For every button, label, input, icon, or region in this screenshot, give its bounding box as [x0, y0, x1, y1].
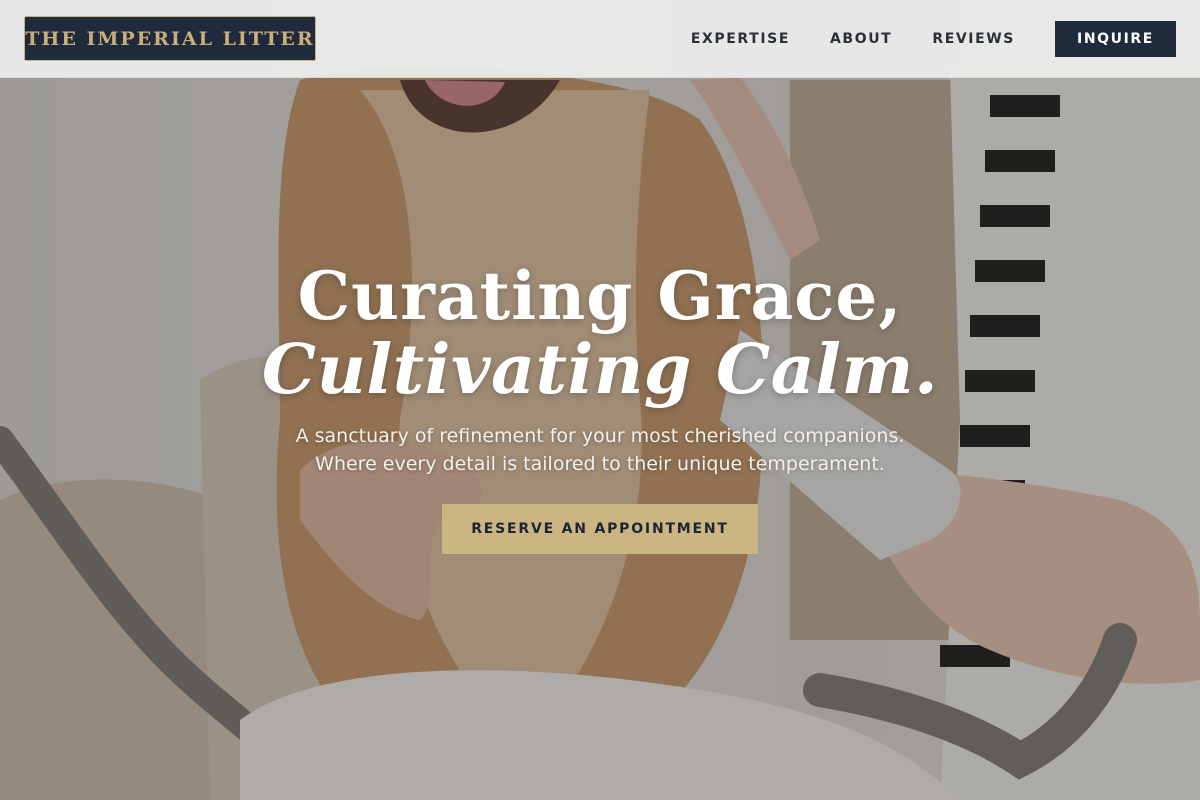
reserve-appointment-button[interactable]: RESERVE AN APPOINTMENT [442, 504, 758, 554]
site-header: THE IMPERIAL LITTER EXPERTISE ABOUT REVI… [0, 0, 1200, 78]
logo-text: THE IMPERIAL LITTER [25, 27, 315, 50]
hero-headline: Curating Grace, Cultivating Calm. [0, 258, 1200, 406]
subtitle-line-2: Where every detail is tailored to their … [315, 453, 885, 475]
hero-subtitle: A sanctuary of refinement for your most … [0, 422, 1200, 478]
inquire-button[interactable]: INQUIRE [1055, 20, 1176, 57]
nav-link-expertise[interactable]: EXPERTISE [691, 31, 790, 47]
headline-line-2: Cultivating Calm. [261, 330, 939, 410]
main-nav: EXPERTISE ABOUT REVIEWS INQUIRE [691, 20, 1176, 57]
headline-line-1: Curating Grace, [297, 257, 903, 335]
hero-copy: Curating Grace, Cultivating Calm. A sanc… [0, 258, 1200, 554]
logo[interactable]: THE IMPERIAL LITTER [24, 16, 316, 61]
subtitle-line-1: A sanctuary of refinement for your most … [295, 425, 905, 447]
nav-link-reviews[interactable]: REVIEWS [932, 31, 1015, 47]
nav-link-about[interactable]: ABOUT [830, 31, 892, 47]
